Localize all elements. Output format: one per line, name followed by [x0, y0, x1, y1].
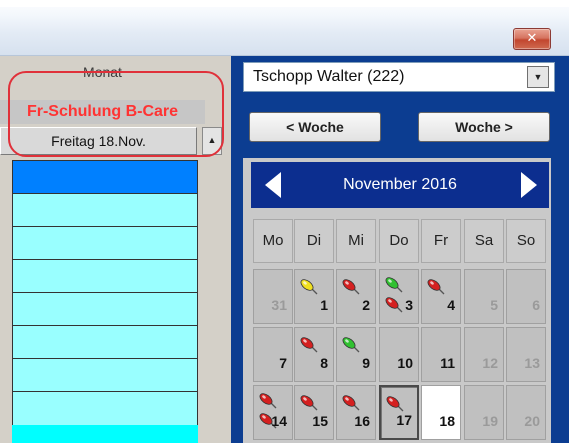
time-slot[interactable]: [12, 292, 198, 326]
weekday-header: Fr: [421, 219, 461, 263]
day-number: 10: [397, 355, 413, 371]
calendar-day-cell[interactable]: 19: [464, 385, 504, 440]
calendar-day-cell[interactable]: 18: [421, 385, 461, 440]
day-number: 8: [320, 355, 328, 371]
next-month-icon[interactable]: [521, 172, 537, 198]
day-number: 19: [482, 413, 498, 429]
day-number: 12: [482, 355, 498, 371]
dropdown-arrow-icon[interactable]: ▼: [527, 66, 549, 88]
calendar-day-cell[interactable]: 8: [294, 327, 334, 382]
calendar-day-cell[interactable]: 9: [336, 327, 376, 382]
time-slot[interactable]: [12, 193, 198, 227]
calendar-day-cell[interactable]: 31: [253, 269, 293, 324]
person-select[interactable]: Tschopp Walter (222): [243, 62, 555, 92]
day-number: 17: [396, 412, 412, 428]
day-number: 3: [405, 297, 413, 313]
weekday-header: Sa: [464, 219, 504, 263]
calendar-day-cell[interactable]: 2: [336, 269, 376, 324]
day-number: 14: [271, 413, 287, 429]
day-number: 16: [354, 413, 370, 429]
day-number: 4: [447, 297, 455, 313]
time-slot[interactable]: [12, 391, 198, 425]
pushpin-icon: [386, 396, 404, 412]
weekday-header: Mo: [253, 219, 293, 263]
highlight-annotation: [8, 71, 224, 157]
day-number: 6: [532, 297, 540, 313]
day-number: 18: [439, 413, 455, 429]
calendar-day-cell[interactable]: 11: [421, 327, 461, 382]
pushpin-icon: [427, 279, 445, 295]
pushpin-icon: [342, 337, 360, 353]
day-number: 5: [490, 297, 498, 313]
pushpin-icon: [385, 277, 403, 293]
weekday-header: Do: [379, 219, 419, 263]
time-slot[interactable]: [12, 325, 198, 359]
calendar-day-cell[interactable]: 13: [506, 327, 546, 382]
calendar-day-cell[interactable]: 14: [253, 385, 293, 440]
day-number: 13: [524, 355, 540, 371]
day-number: 31: [271, 297, 287, 313]
calendar-day-cell[interactable]: 1: [294, 269, 334, 324]
pushpin-icon: [342, 395, 360, 411]
time-slot[interactable]: [12, 358, 198, 392]
time-slot[interactable]: [12, 226, 198, 260]
month-label: November 2016: [343, 176, 457, 193]
prev-week-button[interactable]: < Woche: [249, 112, 381, 142]
pushpin-icon: [342, 279, 360, 295]
time-slot[interactable]: [12, 259, 198, 293]
day-number: 20: [524, 413, 540, 429]
pushpin-icon: [259, 393, 277, 409]
prev-month-icon[interactable]: [265, 172, 281, 198]
calendar-day-cell[interactable]: 16: [336, 385, 376, 440]
day-number: 7: [279, 355, 287, 371]
calendar-day-cell[interactable]: 17: [379, 385, 419, 440]
pushpin-icon: [300, 337, 318, 353]
pushpin-icon: [300, 395, 318, 411]
calendar-day-cell[interactable]: 6: [506, 269, 546, 324]
time-slot-list: [12, 160, 198, 443]
pushpin-icon: [385, 297, 403, 313]
weekday-header: Di: [294, 219, 334, 263]
day-number: 15: [312, 413, 328, 429]
close-button[interactable]: ✕: [513, 28, 551, 50]
calendar-day-cell[interactable]: 4: [421, 269, 461, 324]
calendar-day-cell[interactable]: 3: [379, 269, 419, 324]
day-number: 2: [362, 297, 370, 313]
calendar-day-cell[interactable]: 20: [506, 385, 546, 440]
person-select-value: Tschopp Walter (222): [253, 68, 405, 85]
title-bar: [0, 0, 569, 56]
pushpin-icon: [300, 279, 318, 295]
day-number: 9: [362, 355, 370, 371]
next-week-button[interactable]: Woche >: [418, 112, 550, 142]
day-number: 1: [320, 297, 328, 313]
weekday-header: Mi: [336, 219, 376, 263]
time-slot[interactable]: [12, 160, 198, 194]
calendar-day-cell[interactable]: 15: [294, 385, 334, 440]
calendar-day-cell[interactable]: 7: [253, 327, 293, 382]
weekday-header: So: [506, 219, 546, 263]
calendar-day-cell[interactable]: 5: [464, 269, 504, 324]
day-number: 11: [440, 355, 455, 371]
calendar-day-cell[interactable]: 12: [464, 327, 504, 382]
calendar-day-cell[interactable]: 10: [379, 327, 419, 382]
